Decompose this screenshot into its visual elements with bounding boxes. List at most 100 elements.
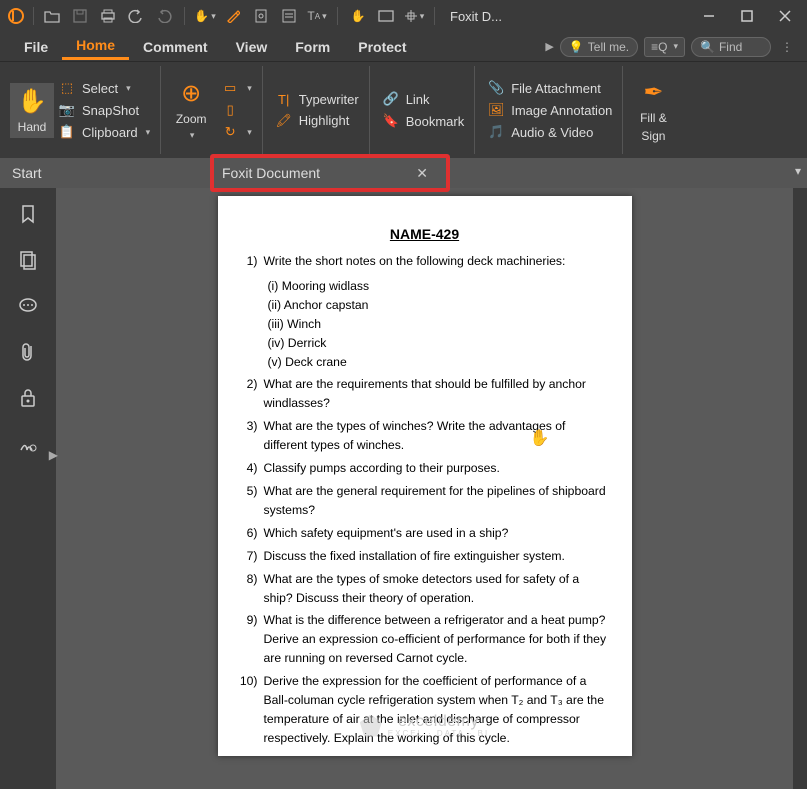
question-item: 8)What are the types of smoke detectors … [240,570,610,608]
print-icon[interactable] [97,5,119,27]
link-button[interactable]: 🔗Link [378,89,469,109]
zoom-icon: ⊕ [181,79,201,108]
close-tab-icon[interactable]: ✕ [416,165,428,182]
zoom-button[interactable]: ⊕ Zoom ▾ [169,75,213,145]
signatures-panel-icon[interactable] [16,432,40,456]
hand-button[interactable]: ✋ Hand [10,83,54,138]
app-logo-icon [6,6,26,26]
question-item: 4)Classify pumps according to their purp… [240,459,610,478]
clipboard-icon: 📋 [58,124,76,140]
image-icon: 🖼 [487,102,505,118]
vertical-scrollbar[interactable] [793,188,807,789]
tab-comment[interactable]: Comment [129,35,222,59]
file-attachment-button[interactable]: 📎File Attachment [483,78,616,98]
tab-view[interactable]: View [222,35,282,59]
more-tabs-icon[interactable]: ▶ [545,40,553,53]
maximize-button[interactable] [737,6,757,26]
edit-qat-icon[interactable] [222,5,244,27]
link-icon: 🔗 [382,91,400,107]
attachment-icon: 📎 [487,80,505,96]
snapshot-button[interactable]: 📷SnapShot [54,100,154,120]
document-tab[interactable]: Foxit Document ✕ [210,158,440,188]
open-icon[interactable] [41,5,63,27]
form-qat-icon[interactable] [278,5,300,27]
highlight-button[interactable]: 🖍Highlight [271,111,363,131]
page-qat-icon[interactable] [250,5,272,27]
bookmark-button[interactable]: 🔖Bookmark [378,111,469,131]
find-placeholder: Find [719,40,742,54]
workspace: ▶ NAME-429 1)Write the short notes on th… [0,188,807,789]
pages-panel-icon[interactable] [16,248,40,272]
security-panel-icon[interactable] [16,386,40,410]
clipboard-button[interactable]: 📋Clipboard▾ [54,122,154,142]
menu-bar: File Home Comment View Form Protect ▶ 💡 … [0,32,807,62]
tab-form[interactable]: Form [281,35,344,59]
tabstrip-dropdown-icon[interactable]: ▾ [795,164,801,178]
fill-sign-button[interactable]: ✒ Fill & Sign [631,74,675,147]
minimize-button[interactable] [699,6,719,26]
tab-home[interactable]: Home [62,33,129,60]
ribbon: ✋ Hand ⬚Select▾ 📷SnapShot 📋Clipboard▾ ⊕ … [0,62,807,158]
page-title: NAME-429 [240,226,610,242]
question-item: 3)What are the types of winches? Write t… [240,417,610,455]
audio-icon: 🎵 [487,124,505,140]
image-annotation-button[interactable]: 🖼Image Annotation [483,100,616,120]
question-item: 7)Discuss the fixed installation of fire… [240,547,610,566]
redo-icon[interactable] [153,5,175,27]
ai-button[interactable]: ≡Q▾ [644,37,685,57]
document-tab-label: Foxit Document [222,165,320,181]
title-bar: ✋▾ TA▾ ✋ ▾ Foxit D... [0,0,807,32]
attachments-panel-icon[interactable] [16,340,40,364]
fit-page-icon: ▭ [221,80,239,96]
separator [33,7,34,25]
document-canvas[interactable]: NAME-429 1)Write the short notes on the … [56,188,793,789]
menu-overflow-icon[interactable]: ⋮ [777,40,797,54]
bookmarks-panel-icon[interactable] [16,202,40,226]
question-item: 9)What is the difference between a refri… [240,611,610,668]
hand-qat-icon[interactable]: ✋▾ [194,5,216,27]
watermark: exceldemy EXCEL · DATA · BI [218,713,632,738]
camera-icon: 📷 [58,102,76,118]
tell-me-search[interactable]: 💡 Tell me. [560,37,638,57]
tell-me-placeholder: Tell me. [588,40,629,54]
question-item: 5)What are the general requirement for t… [240,482,610,520]
select-button[interactable]: ⬚Select▾ [54,78,154,98]
comments-panel-icon[interactable] [16,294,40,318]
window-controls [699,6,801,26]
separator [184,7,185,25]
undo-icon[interactable] [125,5,147,27]
find-search[interactable]: 🔍 Find [691,37,771,57]
text-qat-icon[interactable]: TA▾ [306,5,328,27]
fit-width-button[interactable]: ▯ [217,100,256,120]
rotate-button[interactable]: ↻▾ [217,122,256,142]
navigation-panel: ▶ [0,188,56,789]
close-button[interactable] [775,6,795,26]
highlight-icon: 🖍 [275,113,293,129]
audio-video-button[interactable]: 🎵Audio & Video [483,122,616,142]
watermark-icon [360,715,382,737]
tab-file[interactable]: File [10,35,62,59]
question-item: 1)Write the short notes on the following… [240,252,610,271]
separator [434,7,435,25]
typewriter-icon: T| [275,92,293,107]
tab-protect[interactable]: Protect [344,35,420,59]
search-icon: 🔍 [700,40,715,54]
start-tab[interactable]: Start [0,158,210,188]
separator [337,7,338,25]
question-item: 2) What are the requirements that should… [240,375,610,413]
grid-qat-icon[interactable]: ▾ [403,5,425,27]
typewriter-button[interactable]: T|Typewriter [271,90,363,109]
document-tab-strip: Start Foxit Document ✕ ▾ [0,158,807,188]
window-title: Foxit D... [442,9,695,24]
fit-width-icon: ▯ [221,102,239,118]
fit-page-button[interactable]: ▭▾ [217,78,256,98]
save-icon[interactable] [69,5,91,27]
hand-cursor-icon: ✋ [530,428,550,447]
question-item: 6)Which safety equipment's are used in a… [240,524,610,543]
rotate-icon: ↻ [221,124,239,140]
select-icon: ⬚ [58,80,76,96]
hand-tool-qat-icon[interactable]: ✋ [347,5,369,27]
hand-icon: ✋ [17,87,47,116]
sign-icon: ✒ [643,78,663,107]
rect-qat-icon[interactable] [375,5,397,27]
